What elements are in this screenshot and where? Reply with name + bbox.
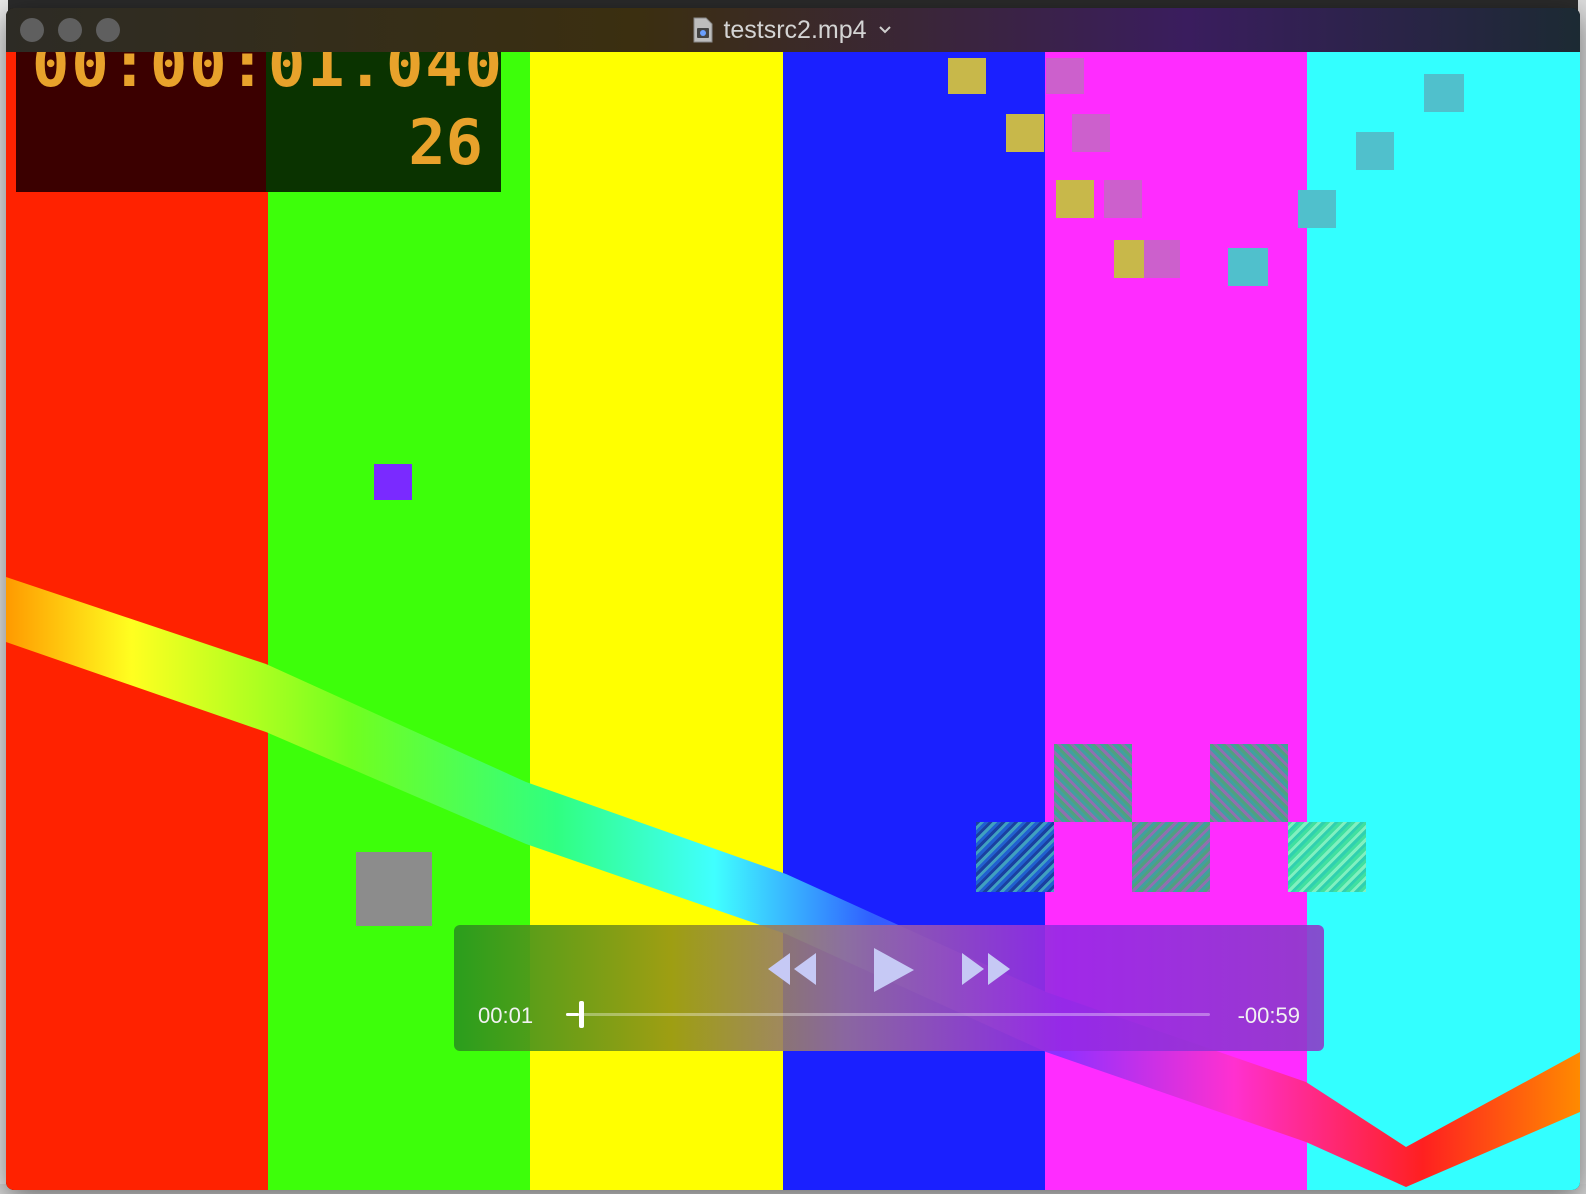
- minimize-button[interactable]: [58, 18, 82, 42]
- gray-square: [356, 852, 432, 926]
- play-icon[interactable]: [870, 945, 918, 995]
- chevron-down-icon[interactable]: [877, 24, 893, 36]
- window-title: testsrc2.mp4: [723, 15, 867, 44]
- pink-square-2: [1072, 114, 1110, 152]
- rewind-icon[interactable]: [766, 951, 818, 987]
- teal-square-4: [1424, 74, 1464, 112]
- noise-block-2: [1210, 744, 1288, 822]
- noise-block-1: [1054, 744, 1132, 822]
- purple-square: [374, 464, 412, 500]
- title-bar[interactable]: testsrc2.mp4: [6, 8, 1580, 52]
- current-time: 00:01: [478, 1003, 534, 1028]
- teal-square-1: [1228, 248, 1268, 286]
- timecode-text: 00:00:01.040: [32, 52, 504, 101]
- fast-forward-icon[interactable]: [960, 951, 1012, 987]
- olive-square-4: [1114, 240, 1144, 278]
- close-button[interactable]: [20, 18, 44, 42]
- noise-block-3: [976, 822, 1054, 892]
- playback-controls[interactable]: 00:01 -00:59: [454, 925, 1324, 1051]
- olive-square-3: [1056, 180, 1094, 218]
- teal-square-3: [1356, 132, 1394, 170]
- scrubber-fill: [566, 1013, 579, 1016]
- scrubber-track[interactable]: [566, 1001, 1210, 1028]
- olive-square-2: [1006, 114, 1044, 152]
- title-menu[interactable]: testsrc2.mp4: [693, 16, 892, 45]
- pink-square-1: [1046, 58, 1084, 94]
- scrubber-thumb[interactable]: [578, 1001, 584, 1028]
- timecode-overlay: 00:00:01.040 26: [16, 52, 504, 192]
- zoom-button[interactable]: [96, 18, 120, 42]
- video-document-icon: [693, 17, 713, 43]
- pink-square-4: [1144, 240, 1180, 278]
- olive-square-1: [948, 58, 986, 94]
- video-frame[interactable]: 00:00:01.040 26 00:01 -00:59: [6, 52, 1580, 1190]
- teal-square-2: [1298, 190, 1336, 228]
- pink-square-3: [1104, 180, 1142, 218]
- window-controls: [20, 18, 120, 42]
- remaining-time: -00:59: [1237, 1003, 1300, 1028]
- player-window: testsrc2.mp4 00:00:01.040 26 00:01 -00:5…: [6, 8, 1580, 1190]
- noise-block-4: [1132, 822, 1210, 892]
- frame-number: 26: [408, 106, 483, 179]
- noise-block-5: [1288, 822, 1366, 892]
